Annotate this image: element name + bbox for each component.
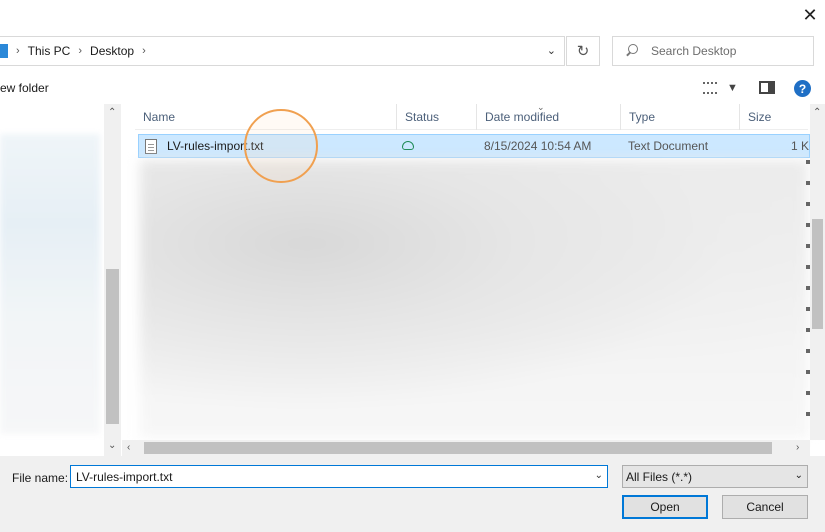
vscroll-thumb[interactable] [812,219,823,329]
file-type: Text Document [628,139,709,153]
scroll-up-icon[interactable]: ⌃ [108,107,116,118]
file-date: 8/15/2024 10:54 AM [484,139,592,153]
file-type-select[interactable]: All Files (*.*) ⌄ [622,465,808,488]
nav-items-blurred [0,134,100,434]
hscroll-thumb[interactable] [144,442,772,454]
column-label: Name [143,110,176,124]
chevron-right-icon[interactable]: › [142,45,146,57]
chevron-down-icon: ⌄ [794,470,803,481]
click-indicator [244,109,318,183]
column-status[interactable]: Status [397,104,477,130]
caret-down-icon: ▼ [727,82,738,94]
chevron-right-icon: › [78,45,83,57]
breadcrumb-desktop[interactable]: Desktop [90,44,134,58]
column-label: Date modified [485,110,560,124]
file-size: 1 KB [791,139,811,153]
file-list-blurred [140,160,808,438]
text-file-icon [145,138,157,154]
chevron-right-icon: › [16,45,20,57]
change-view-button[interactable]: ▼ [703,82,738,94]
scroll-up-icon[interactable]: ⌃ [813,107,821,118]
column-label: Type [629,110,656,124]
search-icon [625,44,639,58]
nav-scrollbar[interactable]: ⌃ ⌄ [104,104,121,456]
file-name-label: File name: [12,471,69,485]
address-bar[interactable]: › This PC › Desktop › ⌄ [0,36,565,66]
column-label: Status [405,110,440,124]
title-bar: ✕ [0,0,825,32]
sort-descending-icon: ⌄ [537,102,545,112]
dialog-footer: File name: LV-rules-import.txt ⌄ All Fil… [0,456,825,532]
refresh-icon: ↻ [576,43,590,60]
help-button[interactable]: ? [794,80,811,97]
column-date-modified[interactable]: ⌄ Date modified [477,102,621,130]
column-header-row: Name Status ⌄ Date modified Type Size [135,102,808,130]
file-list-vscrollbar[interactable]: ⌃ [810,104,825,440]
search-input[interactable]: Search Desktop [651,44,736,58]
toolbar: ew folder ▼ ? [0,72,825,104]
chevron-down-icon[interactable]: ⌄ [595,470,603,481]
file-name-value: LV-rules-import.txt [76,469,173,484]
column-label: Size [748,110,772,124]
column-size[interactable]: Size [740,104,808,130]
this-pc-icon [0,44,8,58]
refresh-button[interactable]: ↻ [566,36,600,66]
chevron-down-icon[interactable]: ⌄ [547,44,556,57]
view-details-icon [703,82,717,94]
file-list-hscrollbar[interactable]: ‹ › [122,440,810,456]
file-name-input[interactable]: LV-rules-import.txt ⌄ [70,465,608,488]
new-folder-button[interactable]: ew folder [0,81,49,95]
scroll-left-icon[interactable]: ‹ [127,442,130,453]
close-button[interactable]: ✕ [795,0,825,30]
scroll-right-icon[interactable]: › [796,442,799,453]
close-icon: ✕ [802,4,818,25]
cancel-button[interactable]: Cancel [722,495,808,519]
file-type-value: All Files (*.*) [626,469,693,484]
nav-scroll-thumb[interactable] [106,269,119,424]
search-box[interactable]: Search Desktop [612,36,814,66]
breadcrumb-this-pc[interactable]: This PC [28,44,71,58]
open-button[interactable]: Open [622,495,708,519]
preview-pane-button[interactable] [759,81,775,94]
navigation-pane[interactable]: ⌃ ⌄ [0,104,122,456]
scroll-down-icon[interactable]: ⌄ [108,440,116,451]
file-row-selected[interactable]: LV-rules-import.txt 8/15/2024 10:54 AM T… [138,134,811,158]
cloud-icon [402,141,414,150]
column-type[interactable]: Type [621,104,740,130]
